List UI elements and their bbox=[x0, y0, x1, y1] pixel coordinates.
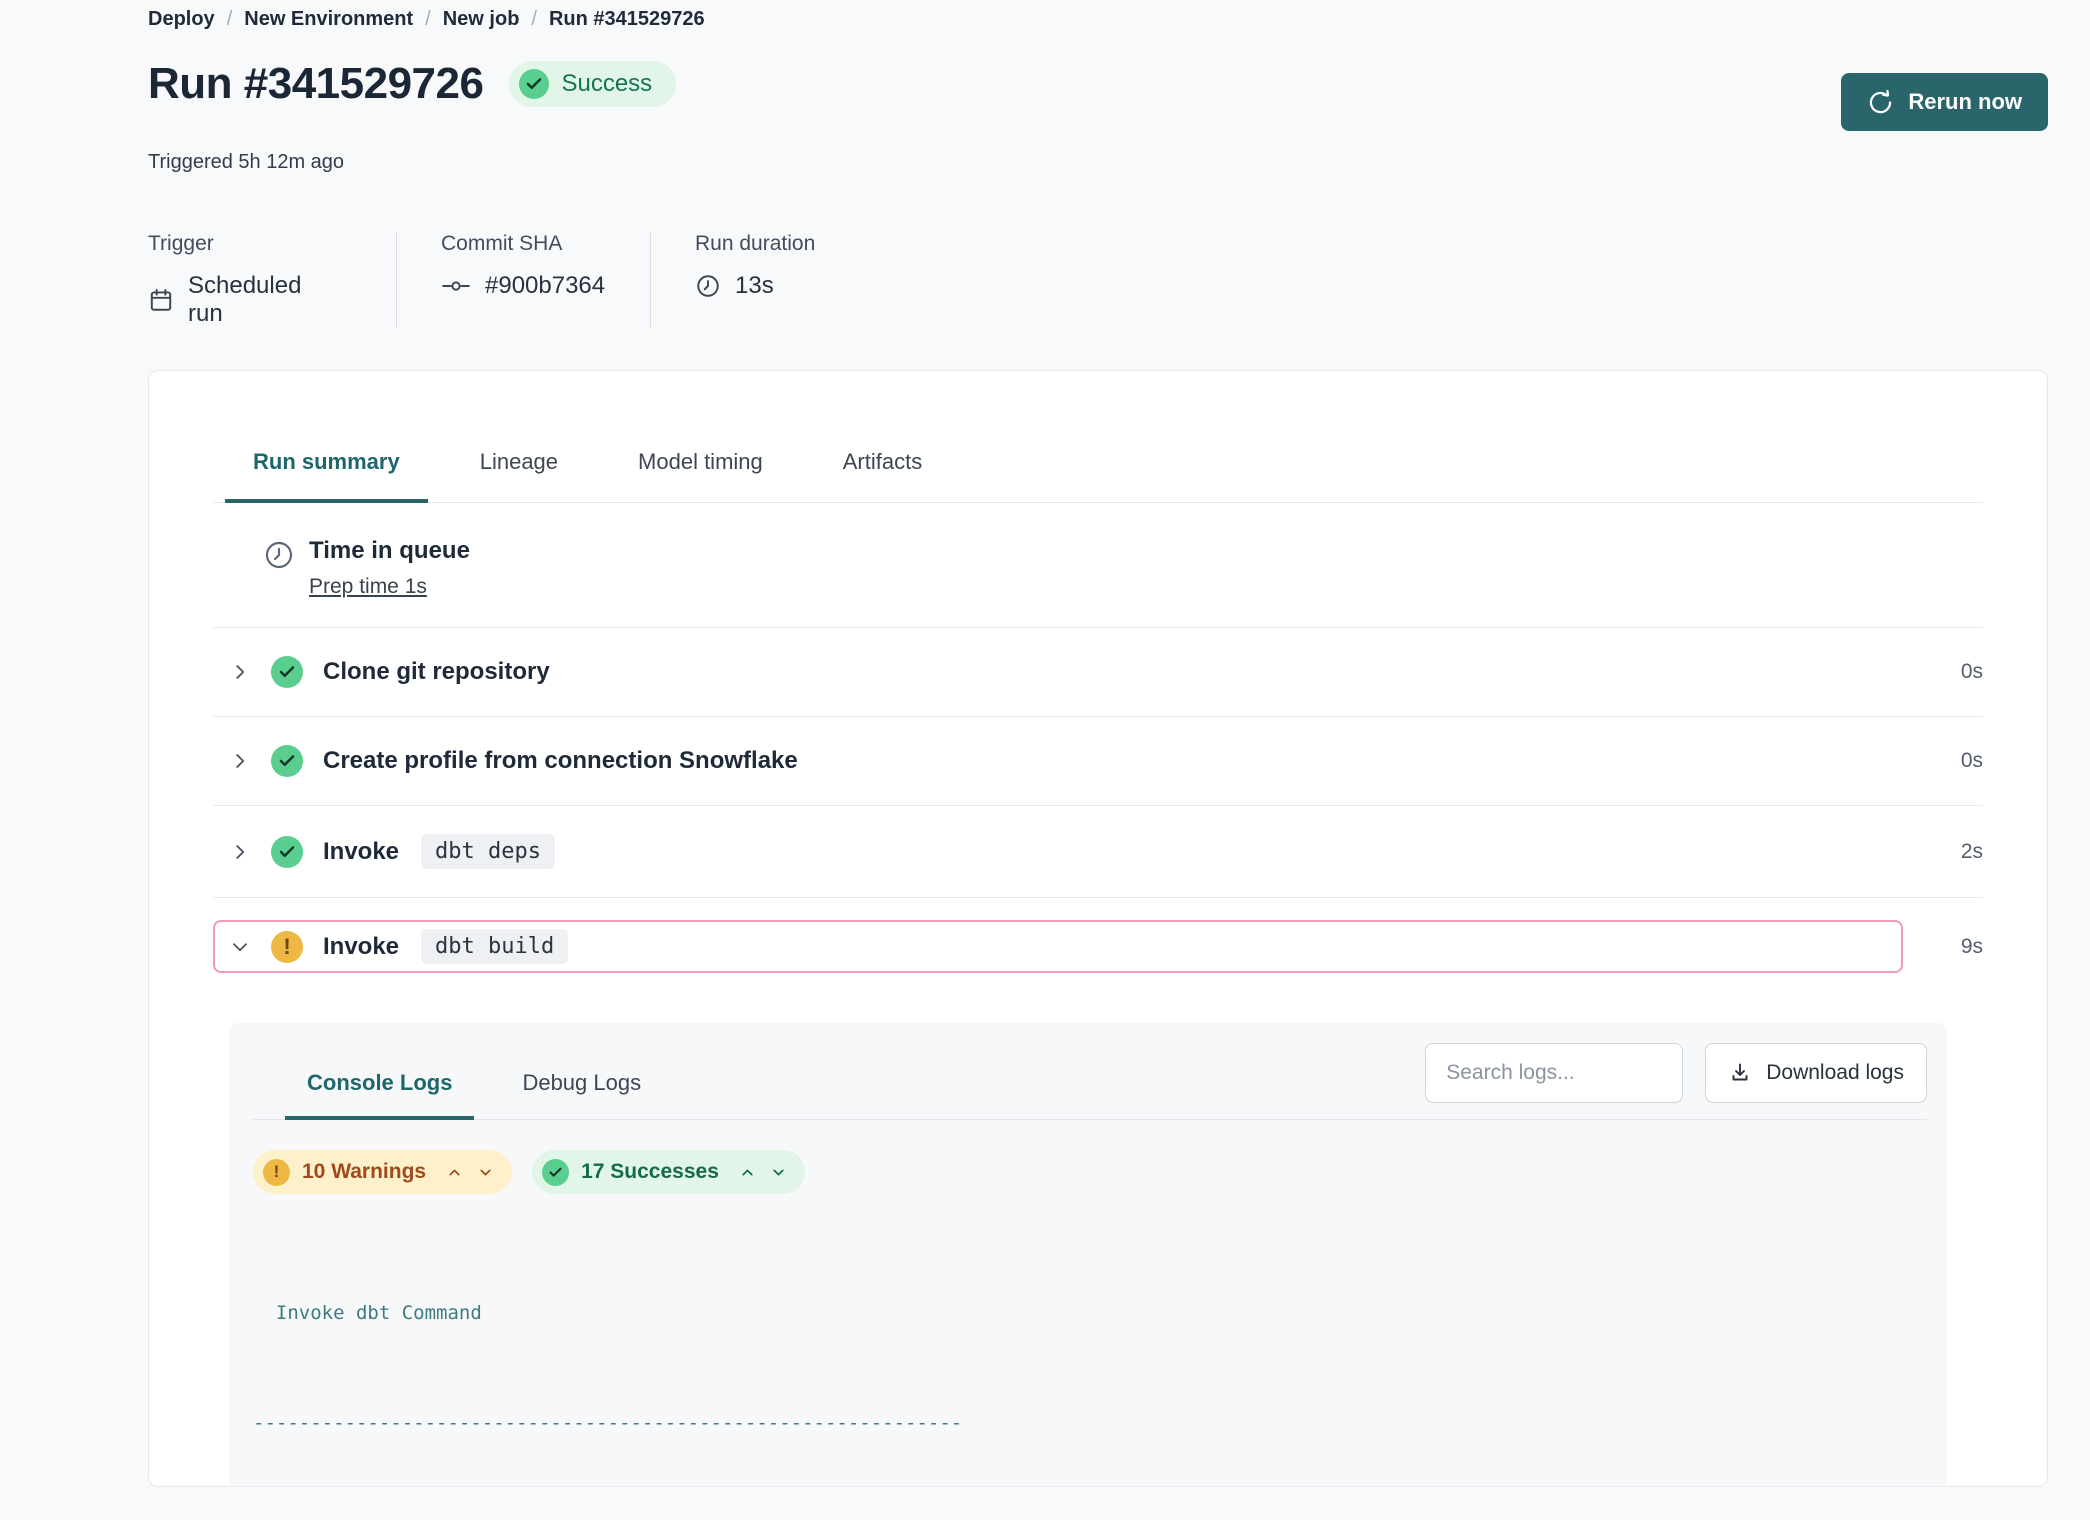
warnings-pill-label: 10 Warnings bbox=[302, 1160, 426, 1184]
breadcrumb-separator: / bbox=[425, 8, 431, 31]
download-icon bbox=[1728, 1061, 1752, 1085]
breadcrumb: Deploy / New Environment / New job / Run… bbox=[148, 8, 2048, 31]
run-detail-page: Deploy / New Environment / New job / Run… bbox=[0, 0, 2090, 1487]
step-title: Invoke bbox=[323, 933, 399, 961]
next-warning-chevron-down-icon[interactable] bbox=[477, 1164, 494, 1181]
meta-duration-value: 13s bbox=[735, 272, 774, 300]
status-badge-label: Success bbox=[561, 70, 652, 98]
clock-icon bbox=[263, 539, 295, 571]
step-row-clone-git[interactable]: Clone git repository 0s bbox=[213, 628, 1983, 717]
previous-warning-chevron-up-icon[interactable] bbox=[446, 1164, 463, 1181]
chevron-right-icon[interactable] bbox=[229, 661, 251, 683]
step-success-icon bbox=[271, 656, 303, 688]
meta-duration: Run duration 13s bbox=[650, 232, 871, 328]
tab-run-summary[interactable]: Run summary bbox=[225, 449, 428, 503]
selected-step-outline: ! Invoke dbt build bbox=[213, 920, 1903, 973]
tab-lineage[interactable]: Lineage bbox=[452, 449, 586, 503]
meta-trigger-label: Trigger bbox=[148, 232, 340, 256]
step-success-icon bbox=[271, 836, 303, 868]
meta-duration-label: Run duration bbox=[695, 232, 815, 256]
log-line: Invoke dbt Command bbox=[253, 1295, 1927, 1332]
clock-icon bbox=[695, 273, 721, 299]
main-tabs: Run summary Lineage Model timing Artifac… bbox=[213, 449, 1983, 503]
meta-trigger-value: Scheduled run bbox=[188, 272, 340, 328]
console-header: Console Logs Debug Logs Download logs bbox=[253, 1023, 1927, 1120]
step-success-icon bbox=[271, 745, 303, 777]
time-in-queue-row: Time in queue Prep time 1s bbox=[213, 503, 1983, 628]
breadcrumb-new-job[interactable]: New job bbox=[443, 8, 520, 31]
tab-artifacts[interactable]: Artifacts bbox=[815, 449, 950, 503]
warnings-pill: ! 10 Warnings bbox=[253, 1150, 512, 1194]
page-title: Run #341529726 bbox=[148, 59, 483, 109]
meta-commit-label: Commit SHA bbox=[441, 232, 594, 256]
console-log-output: Invoke dbt Command ---------------------… bbox=[253, 1222, 1927, 1487]
step-duration: 0s bbox=[1919, 749, 1983, 773]
log-line: ----------------------------------------… bbox=[253, 1405, 1927, 1442]
breadcrumb-new-environment[interactable]: New Environment bbox=[244, 8, 413, 31]
step-warning-icon: ! bbox=[271, 931, 303, 963]
step-title: Create profile from connection Snowflake bbox=[323, 747, 798, 775]
triggered-timestamp: Triggered 5h 12m ago bbox=[148, 151, 2048, 174]
console-logs-panel: Console Logs Debug Logs Download logs ! bbox=[229, 1023, 1947, 1487]
step-command-chip: dbt deps bbox=[421, 834, 555, 869]
next-success-chevron-down-icon[interactable] bbox=[770, 1164, 787, 1181]
calendar-icon bbox=[148, 287, 174, 313]
rerun-now-button[interactable]: Rerun now bbox=[1841, 73, 2048, 131]
rerun-button-label: Rerun now bbox=[1908, 89, 2022, 115]
step-title: Clone git repository bbox=[323, 658, 550, 686]
breadcrumb-current-run: Run #341529726 bbox=[549, 8, 705, 31]
step-duration: 9s bbox=[1919, 935, 1983, 959]
step-row-dbt-deps[interactable]: Invoke dbt deps 2s bbox=[213, 806, 1983, 898]
download-logs-button[interactable]: Download logs bbox=[1705, 1043, 1927, 1103]
console-tabs: Console Logs Debug Logs bbox=[253, 1056, 663, 1119]
successes-pill: 17 Successes bbox=[532, 1150, 805, 1194]
chevron-right-icon[interactable] bbox=[229, 750, 251, 772]
meta-trigger: Trigger Scheduled run bbox=[148, 232, 396, 328]
step-command-chip: dbt build bbox=[421, 929, 568, 964]
title-row: Run #341529726 Success Rerun now bbox=[148, 59, 2048, 131]
step-duration: 0s bbox=[1919, 660, 1983, 684]
meta-commit-value: #900b7364 bbox=[485, 272, 605, 300]
download-logs-label: Download logs bbox=[1766, 1061, 1904, 1085]
breadcrumb-deploy[interactable]: Deploy bbox=[148, 8, 215, 31]
time-in-queue-title: Time in queue bbox=[309, 537, 470, 565]
console-actions: Download logs bbox=[1425, 1043, 1927, 1119]
success-check-icon bbox=[542, 1159, 569, 1186]
run-summary-card: Run summary Lineage Model timing Artifac… bbox=[148, 370, 2048, 1487]
step-row-create-profile[interactable]: Create profile from connection Snowflake… bbox=[213, 717, 1983, 806]
log-summary-pills: ! 10 Warnings 17 Successes bbox=[253, 1150, 1927, 1194]
chevron-down-icon[interactable] bbox=[229, 936, 251, 958]
previous-success-chevron-up-icon[interactable] bbox=[739, 1164, 756, 1181]
warning-icon: ! bbox=[263, 1159, 290, 1186]
tab-debug-logs[interactable]: Debug Logs bbox=[500, 1056, 663, 1120]
meta-commit: Commit SHA #900b7364 bbox=[396, 232, 650, 328]
chevron-right-icon[interactable] bbox=[229, 841, 251, 863]
success-check-icon bbox=[519, 69, 549, 99]
rerun-icon bbox=[1867, 89, 1894, 116]
breadcrumb-separator: / bbox=[227, 8, 233, 31]
prep-time-link[interactable]: Prep time 1s bbox=[309, 575, 427, 599]
step-row-dbt-build[interactable]: ! Invoke dbt build 9s bbox=[213, 898, 1983, 979]
breadcrumb-separator: / bbox=[531, 8, 537, 31]
status-badge: Success bbox=[509, 61, 676, 107]
tab-model-timing[interactable]: Model timing bbox=[610, 449, 791, 503]
tab-console-logs[interactable]: Console Logs bbox=[285, 1056, 474, 1120]
commit-icon bbox=[441, 273, 471, 299]
search-logs-input[interactable] bbox=[1425, 1043, 1683, 1103]
successes-pill-label: 17 Successes bbox=[581, 1160, 719, 1184]
step-duration: 2s bbox=[1919, 840, 1983, 864]
run-meta: Trigger Scheduled run Commit SHA #900b73… bbox=[148, 232, 2048, 328]
step-title: Invoke bbox=[323, 838, 399, 866]
